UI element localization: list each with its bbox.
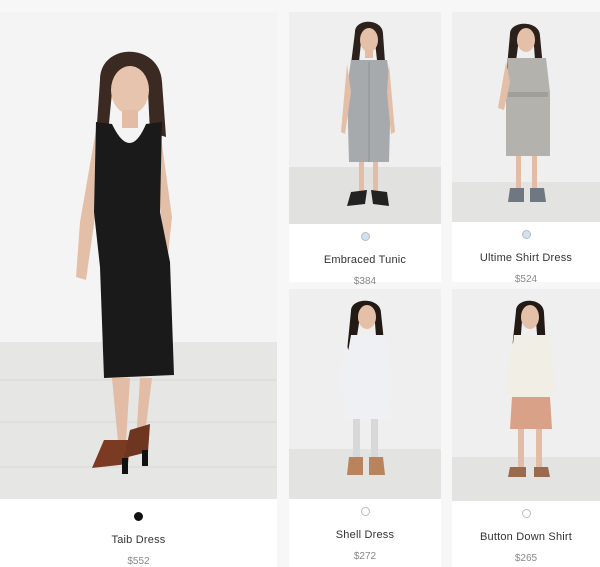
product-name[interactable]: Taib Dress: [0, 534, 277, 546]
product-price: $265: [514, 553, 538, 564]
product-price: $552: [127, 556, 150, 567]
product-photo-embraced-tunic[interactable]: [289, 12, 441, 224]
product-info-taib-dress: Taib Dress $552: [0, 499, 277, 567]
color-swatch[interactable]: [521, 230, 531, 239]
product-price: $384: [353, 276, 377, 287]
product-card-taib-dress[interactable]: Taib Dress $552: [0, 12, 277, 567]
product-grid: Taib Dress $552 Embraced Tunic $384 Ulti…: [0, 0, 600, 567]
product-name[interactable]: Shell Dress: [289, 529, 441, 541]
product-info-ultime-shirt-dress: Ultime Shirt Dress $524: [452, 222, 600, 285]
product-info-shell-dress: Shell Dress $272: [289, 499, 441, 567]
product-card-embraced-tunic[interactable]: Embraced Tunic $384: [289, 12, 441, 287]
color-swatch[interactable]: [134, 512, 143, 521]
product-photo-taib-dress[interactable]: [0, 12, 277, 499]
product-card-shell-dress[interactable]: Shell Dress $272: [289, 289, 441, 567]
product-price: $272: [353, 551, 377, 562]
product-photo-button-down-shirt[interactable]: [452, 289, 600, 501]
color-swatch[interactable]: [521, 509, 531, 518]
color-swatch[interactable]: [360, 232, 370, 241]
product-photo-ultime-shirt-dress[interactable]: [452, 12, 600, 222]
product-card-button-down-shirt[interactable]: Button Down Shirt $265: [452, 289, 600, 567]
product-card-ultime-shirt-dress[interactable]: Ultime Shirt Dress $524: [452, 12, 600, 285]
product-name[interactable]: Button Down Shirt: [452, 531, 600, 543]
product-price: $524: [514, 274, 538, 285]
product-info-button-down-shirt: Button Down Shirt $265: [452, 501, 600, 567]
product-name[interactable]: Embraced Tunic: [289, 254, 441, 266]
product-info-embraced-tunic: Embraced Tunic $384: [289, 224, 441, 287]
product-name[interactable]: Ultime Shirt Dress: [452, 252, 600, 264]
color-swatch[interactable]: [360, 507, 370, 516]
product-photo-shell-dress[interactable]: [289, 289, 441, 499]
